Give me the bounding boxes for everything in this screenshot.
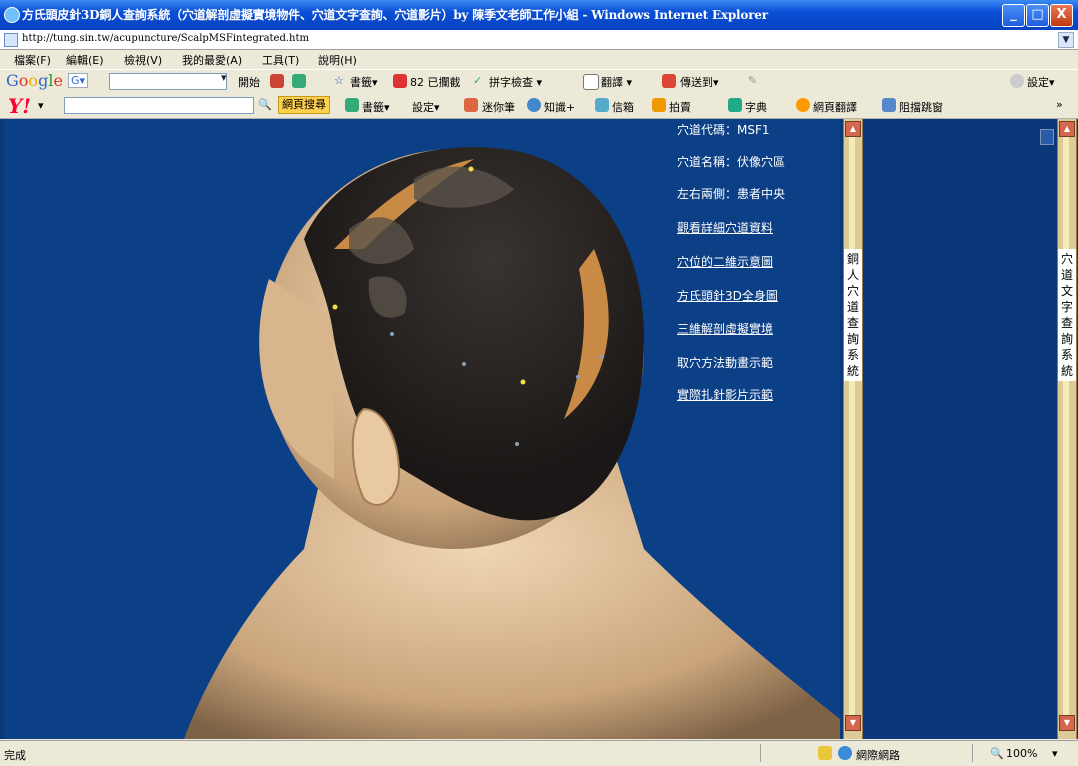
- status-bar: 完成 網際網路 🔍 100% ▾: [0, 740, 1078, 766]
- yahoo-search-button[interactable]: 網頁搜尋: [278, 96, 330, 114]
- head-model-illustration: [184, 147, 840, 739]
- yahoo-settings[interactable]: 設定▾: [412, 99, 440, 115]
- pen-icon: [464, 98, 478, 112]
- yahoo-popup[interactable]: 阻擋跳窗: [899, 99, 943, 115]
- ie-icon: [4, 7, 20, 23]
- video-demo-link[interactable]: 實際扎針影片示範: [677, 386, 773, 403]
- virtual-reality-link[interactable]: 三維解剖虛擬實境: [677, 320, 773, 337]
- google-settings[interactable]: 設定▾: [1027, 74, 1055, 90]
- google-logo: Google: [6, 71, 63, 90]
- yahoo-bookmarks[interactable]: 書籤▾: [362, 99, 390, 115]
- yahoo-webtrans[interactable]: 網頁翻譯: [813, 99, 857, 115]
- web-translate-icon: [796, 98, 810, 112]
- 3d-head-viewer[interactable]: [4, 119, 840, 739]
- acupoint-side: 左右兩側：患者中央: [677, 187, 786, 201]
- google-spellcheck[interactable]: 拼字檢查 ▾: [489, 74, 542, 90]
- page-content: 穴道代碼：MSF1 穴道名稱：伏像穴區 左右兩側：患者中央 觀看詳細穴道資料 穴…: [0, 119, 1078, 739]
- menu-bar: 檔案(F) 編輯(E) 檢視(V) 我的最愛(A) 工具(T) 說明(H): [0, 50, 1078, 68]
- google-plus-icon[interactable]: [292, 74, 306, 88]
- scroll-track[interactable]: [849, 137, 855, 721]
- address-url[interactable]: http://tung.sin.tw/acupuncture/ScalpMSFi…: [22, 33, 309, 44]
- chevron-down-icon[interactable]: ▼: [1058, 32, 1074, 48]
- chevron-down-icon[interactable]: ▾: [38, 99, 44, 112]
- right-panel: [868, 119, 1054, 739]
- right-scroll-button[interactable]: [1040, 129, 1054, 145]
- left-sidebar-scrollbar[interactable]: ▲ 銅人穴道查詢系統 ▼: [843, 119, 863, 739]
- star-icon: ☆: [334, 74, 344, 87]
- scroll-down-button[interactable]: ▼: [845, 715, 861, 731]
- yahoo-logo[interactable]: Y!: [8, 94, 31, 118]
- 2d-diagram-link[interactable]: 穴位的二維示意圖: [677, 253, 773, 270]
- scroll-down-button[interactable]: ▼: [1059, 715, 1075, 731]
- pencil-icon[interactable]: ✎: [748, 74, 757, 87]
- status-divider: [760, 744, 761, 762]
- magnifier-icon: 🔍: [990, 747, 1004, 760]
- google-sendto[interactable]: 傳送到▾: [680, 74, 719, 90]
- spellcheck-icon: ✓: [473, 74, 483, 87]
- maximize-button[interactable]: □: [1026, 4, 1049, 27]
- google-search-input[interactable]: [109, 73, 227, 90]
- mail-icon: [595, 98, 609, 112]
- page-icon: [4, 33, 18, 47]
- send-icon: [662, 74, 676, 88]
- detail-link[interactable]: 觀看詳細穴道資料: [677, 219, 773, 236]
- left-sidebar-label[interactable]: 銅人穴道查詢系統: [844, 249, 862, 381]
- full-body-3d-link[interactable]: 方氏頭針3D全身圖: [677, 287, 778, 304]
- google-start[interactable]: 開始: [238, 74, 260, 90]
- yahoo-search-input[interactable]: [64, 97, 254, 114]
- google-blocked[interactable]: 82 已攔截: [410, 74, 461, 90]
- search-icon[interactable]: 🔍: [258, 98, 272, 111]
- status-divider: [972, 744, 973, 762]
- dictionary-icon: [728, 98, 742, 112]
- minimize-button[interactable]: _: [1002, 4, 1025, 27]
- menu-edit[interactable]: 編輯(E): [66, 52, 104, 68]
- status-zone: 網際網路: [856, 749, 900, 762]
- menu-view[interactable]: 檢視(V): [124, 52, 162, 68]
- security-icon: [818, 746, 832, 760]
- google-toolbar: Google G▾ ▾ 開始 ☆ 書籤▾ 82 已攔截 ✓ 拼字檢查 ▾ 翻譯 …: [0, 69, 1078, 93]
- google-bookmarks[interactable]: 書籤▾: [350, 74, 378, 90]
- chevron-down-icon[interactable]: ▾: [1052, 747, 1058, 760]
- status-done: 完成: [4, 749, 26, 762]
- animation-demo-text: 取穴方法動畫示範: [677, 356, 774, 370]
- auction-icon: [652, 98, 666, 112]
- google-g-button[interactable]: G▾: [68, 73, 89, 88]
- popup-block-icon: [882, 98, 896, 112]
- window-title: 方氏頭皮針3D銅人查詢系統（穴道解剖虛擬實境物件、穴道文字查詢、穴道影片）by …: [22, 8, 768, 22]
- yahoo-auction[interactable]: 拍賣: [669, 99, 691, 115]
- knowledge-icon: [527, 98, 541, 112]
- scroll-up-button[interactable]: ▲: [845, 121, 861, 137]
- menu-tools[interactable]: 工具(T): [262, 52, 299, 68]
- acupoint-code: 穴道代碼：MSF1: [677, 123, 770, 137]
- menu-help[interactable]: 說明(H): [318, 52, 357, 68]
- window-title-bar[interactable]: 方氏頭皮針3D銅人查詢系統（穴道解剖虛擬實境物件、穴道文字查詢、穴道影片）by …: [0, 0, 1078, 30]
- gmail-icon[interactable]: [270, 74, 284, 88]
- menu-favorites[interactable]: 我的最愛(A): [182, 52, 242, 68]
- yahoo-toolbar: Y! ▾ 🔍 網頁搜尋 書籤▾ 設定▾ 迷你筆 知識+ 信箱 拍賣 字典 網頁翻…: [0, 93, 1078, 119]
- scroll-track[interactable]: [1063, 137, 1069, 721]
- yahoo-dict[interactable]: 字典: [745, 99, 767, 115]
- zoom-level[interactable]: 100%: [1006, 747, 1037, 760]
- yahoo-knowledge[interactable]: 知識+: [544, 99, 575, 115]
- settings-icon: [1010, 74, 1024, 88]
- acupoint-name: 穴道名稱：伏像穴區: [677, 155, 786, 169]
- scroll-up-button[interactable]: ▲: [1059, 121, 1075, 137]
- globe-icon: [838, 746, 852, 760]
- popup-blocker-icon: [393, 74, 407, 88]
- bookmark-add-icon: [345, 98, 359, 112]
- menu-file[interactable]: 檔案(F): [14, 52, 51, 68]
- google-translate[interactable]: 翻譯 ▾: [601, 74, 632, 90]
- chevron-down-icon[interactable]: ▾: [221, 71, 227, 84]
- yahoo-mini[interactable]: 迷你筆: [482, 99, 515, 115]
- right-sidebar-label[interactable]: 穴道文字查詢系統: [1058, 249, 1076, 381]
- yahoo-more[interactable]: »: [1056, 98, 1063, 111]
- close-button[interactable]: X: [1050, 4, 1073, 27]
- translate-icon: [583, 74, 599, 90]
- address-bar[interactable]: http://tung.sin.tw/acupuncture/ScalpMSFi…: [0, 30, 1078, 50]
- right-sidebar-scrollbar[interactable]: ▲ 穴道文字查詢系統 ▼: [1057, 119, 1077, 739]
- yahoo-mail[interactable]: 信箱: [612, 99, 634, 115]
